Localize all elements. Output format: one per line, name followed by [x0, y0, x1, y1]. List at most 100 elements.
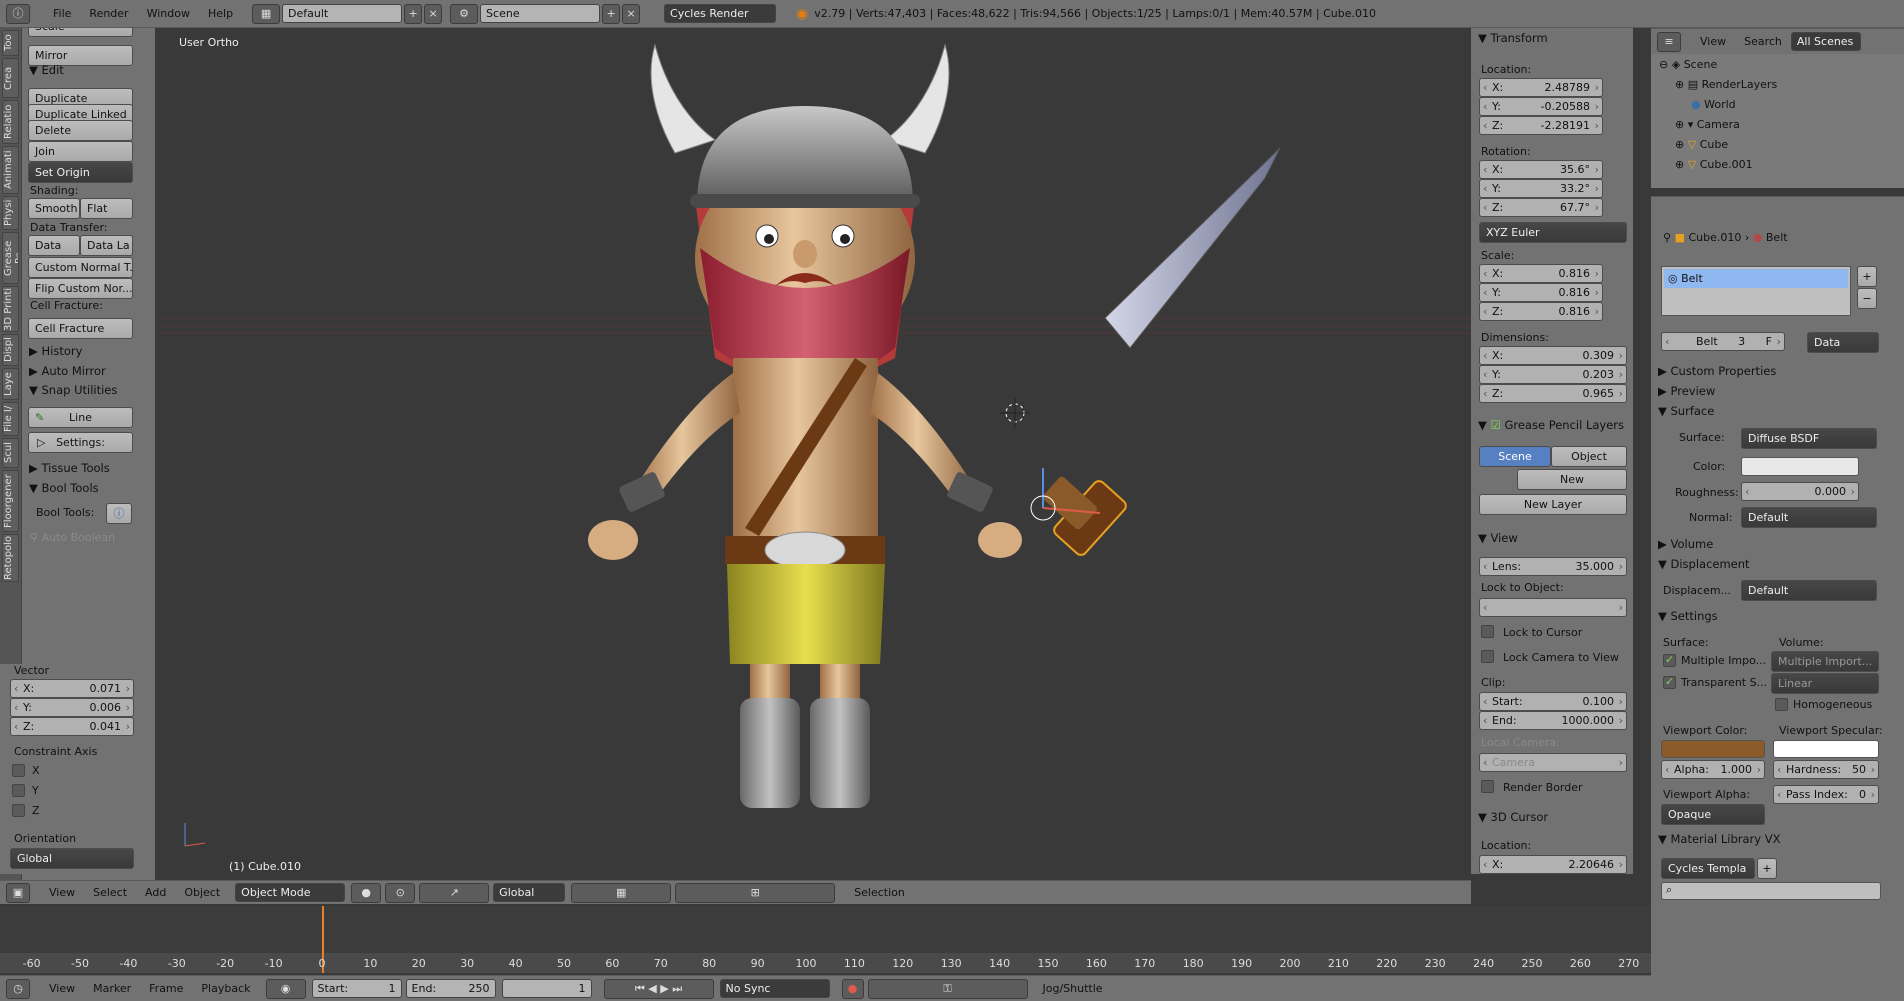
viewport-alpha-field[interactable]: Alpha:1.000: [1661, 760, 1765, 779]
normal-dropdown[interactable]: Default: [1741, 507, 1877, 528]
toolshelf-tab[interactable]: Crea: [2, 58, 19, 98]
render-border-checkbox[interactable]: [1481, 780, 1494, 793]
toolshelf-tab[interactable]: Scul: [2, 438, 19, 468]
rotation-y-field[interactable]: Y:33.2°: [1479, 179, 1603, 198]
add-menu[interactable]: Add: [136, 886, 175, 899]
marker-menu[interactable]: Marker: [84, 982, 140, 995]
record-icon[interactable]: ●: [841, 978, 864, 999]
local-camera-field[interactable]: Camera: [1479, 753, 1627, 772]
data-layout-button[interactable]: Data La: [80, 235, 133, 256]
line-tool-button[interactable]: ✎ Line: [28, 407, 133, 428]
cell-fracture-button[interactable]: Cell Fracture: [28, 318, 133, 339]
add-slot-button[interactable]: +: [1857, 266, 1877, 287]
gp-new-button[interactable]: New: [1517, 469, 1627, 490]
material-slot-belt[interactable]: ◎ Belt: [1664, 269, 1848, 288]
displacement-dropdown[interactable]: Default: [1741, 580, 1877, 601]
gp-object-button[interactable]: Object: [1551, 446, 1627, 467]
scene-selector[interactable]: Scene: [480, 4, 601, 23]
current-frame-field[interactable]: 1: [501, 979, 592, 998]
toolshelf-tab[interactable]: Laye: [2, 368, 19, 400]
menu-help[interactable]: Help: [199, 7, 242, 20]
join-button[interactable]: Join: [28, 141, 133, 162]
multiple-importance-checkbox[interactable]: [1663, 653, 1676, 667]
pin-icon[interactable]: ⚲: [1663, 231, 1671, 244]
pivot-icon[interactable]: ⊙: [385, 882, 416, 903]
lock-object-field[interactable]: [1479, 598, 1627, 617]
edit-panel-header[interactable]: ▼ Edit: [29, 63, 64, 77]
scale-y-field[interactable]: Y:0.816: [1479, 283, 1603, 302]
surface-panel-header[interactable]: ▼ Surface: [1658, 404, 1714, 418]
grease-pencil-checkbox[interactable]: ☑: [1491, 418, 1501, 432]
tissue-tools-panel-header[interactable]: ▶ Tissue Tools: [29, 461, 110, 475]
bool-tools-help-button[interactable]: ⓘ: [106, 503, 132, 524]
3d-viewport[interactable]: User Ortho (1) Cube.010: [155, 28, 1471, 874]
outliner-item-renderlayers[interactable]: ⊕ ▤ RenderLayers: [1675, 78, 1777, 91]
outliner-view-menu[interactable]: View: [1691, 35, 1735, 48]
shading-mode-icon[interactable]: ●: [351, 882, 382, 903]
toolshelf-tab[interactable]: Floorgener: [2, 470, 19, 532]
material-datablock-field[interactable]: Belt3F: [1661, 332, 1785, 351]
location-x-field[interactable]: X:2.48789: [1479, 78, 1603, 97]
remove-layout-icon[interactable]: ×: [424, 3, 443, 24]
material-library-panel-header[interactable]: ▼ Material Library VX: [1658, 832, 1781, 846]
transform-panel-header[interactable]: ▼ Transform: [1478, 31, 1548, 45]
vector-z-field[interactable]: Z:0.041: [10, 717, 134, 736]
toolshelf-tab[interactable]: File I/: [2, 402, 19, 436]
orientation-dropdown[interactable]: Global: [10, 848, 134, 869]
lens-field[interactable]: Lens:35.000: [1479, 557, 1627, 576]
object-menu[interactable]: Object: [175, 886, 229, 899]
snap-utilities-panel-header[interactable]: ▼ Snap Utilities: [29, 383, 117, 397]
select-menu[interactable]: Select: [84, 886, 136, 899]
layers-icon[interactable]: ▦: [571, 882, 672, 903]
constraint-x-checkbox[interactable]: [12, 764, 25, 777]
dimensions-z-field[interactable]: Z:0.965: [1479, 384, 1627, 403]
scene-icon[interactable]: ⚙: [450, 3, 479, 24]
vector-x-field[interactable]: X:0.071: [10, 679, 134, 698]
dimensions-x-field[interactable]: X:0.309: [1479, 346, 1627, 365]
preview-range-icon[interactable]: ◉: [265, 978, 306, 999]
constraint-z-checkbox[interactable]: [12, 804, 25, 817]
scale-button[interactable]: Scale: [28, 28, 133, 37]
settings-panel-header[interactable]: ▼ Settings: [1658, 609, 1718, 623]
hardness-field[interactable]: Hardness:50: [1773, 760, 1879, 779]
add-scene-icon[interactable]: +: [602, 3, 621, 24]
viewport-color-swatch[interactable]: [1661, 740, 1765, 758]
viking-character-model[interactable]: [155, 28, 1471, 874]
flat-button[interactable]: Flat: [80, 198, 133, 219]
add-library-button[interactable]: +: [1757, 858, 1777, 879]
toolshelf-tab[interactable]: Too: [2, 30, 19, 56]
displacement-panel-header[interactable]: ▼ Displacement: [1658, 557, 1750, 571]
rotation-x-field[interactable]: X:35.6°: [1479, 160, 1603, 179]
settings-button[interactable]: ▷ Settings:: [28, 432, 133, 453]
set-origin-dropdown[interactable]: Set Origin: [28, 162, 133, 183]
outliner-display-mode[interactable]: All Scenes: [1790, 32, 1861, 51]
toolshelf-tab[interactable]: Displ: [2, 334, 19, 366]
rotation-mode-dropdown[interactable]: XYZ Euler: [1479, 222, 1627, 243]
vector-y-field[interactable]: Y:0.006: [10, 698, 134, 717]
location-z-field[interactable]: Z:-2.28191: [1479, 116, 1603, 135]
outliner-search-menu[interactable]: Search: [1735, 35, 1791, 48]
remove-scene-icon[interactable]: ×: [622, 3, 641, 24]
homogeneous-checkbox[interactable]: [1775, 698, 1788, 711]
outliner-item-cube001[interactable]: ⊕ ▽ Cube.001: [1675, 158, 1753, 171]
surface-shader-dropdown[interactable]: Diffuse BSDF: [1741, 428, 1877, 449]
jog-shuttle-label[interactable]: Jog/Shuttle: [1034, 982, 1112, 995]
remove-slot-button[interactable]: −: [1857, 288, 1877, 309]
data-button[interactable]: Data: [28, 235, 80, 256]
volume-sampling-dropdown[interactable]: Multiple Import...: [1771, 651, 1879, 672]
cursor-x-field[interactable]: X:2.20646: [1479, 855, 1627, 874]
timeline-view-menu[interactable]: View: [40, 982, 84, 995]
toolshelf-tab[interactable]: Animati: [2, 146, 19, 194]
material-library-dropdown[interactable]: Cycles Templa: [1661, 858, 1755, 879]
outliner-editor-icon[interactable]: ≡: [1657, 31, 1681, 52]
toolshelf-tab[interactable]: Grease Pe: [2, 232, 19, 284]
gp-new-layer-button[interactable]: New Layer: [1479, 494, 1627, 515]
history-panel-header[interactable]: ▶ History: [29, 344, 82, 358]
menu-window[interactable]: Window: [138, 7, 199, 20]
blend-mode-dropdown[interactable]: Opaque: [1661, 804, 1765, 825]
material-library-search[interactable]: ⌕: [1661, 882, 1881, 900]
playback-controls-icon[interactable]: ⏮ ◀ ▶ ⏭: [603, 978, 714, 999]
custom-normal-button[interactable]: Custom Normal T...: [28, 257, 133, 278]
snap-icon[interactable]: ⊞: [675, 882, 836, 903]
smooth-button[interactable]: Smooth: [28, 198, 80, 219]
